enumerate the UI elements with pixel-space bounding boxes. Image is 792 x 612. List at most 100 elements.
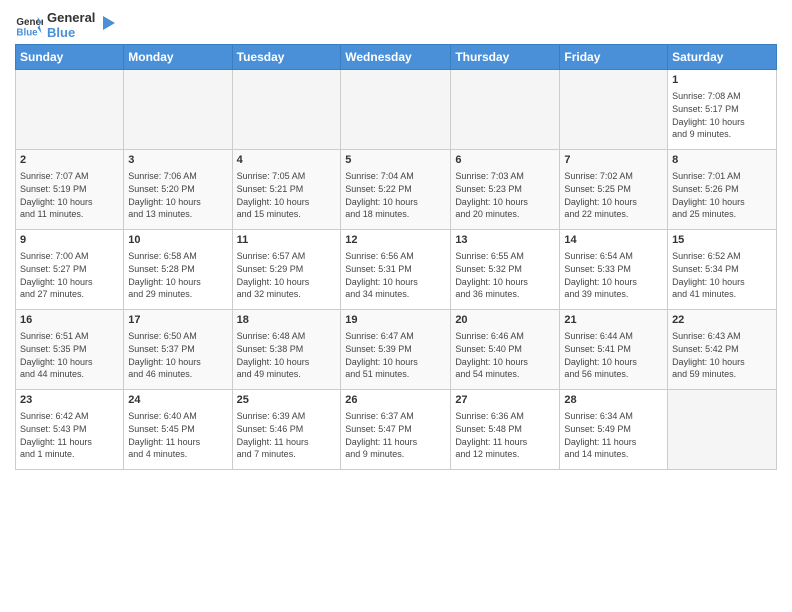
day-cell: 25 Sunrise: 6:39 AM Sunset: 5:46 PM Dayli… (232, 390, 341, 470)
day-info: Sunrise: 6:42 AM Sunset: 5:43 PM Dayligh… (20, 410, 119, 460)
day-cell (451, 70, 560, 150)
day-info: Sunrise: 6:55 AM Sunset: 5:32 PM Dayligh… (455, 250, 555, 300)
day-number: 27 (455, 393, 555, 408)
day-cell: 13 Sunrise: 6:55 AM Sunset: 5:32 PM Dayli… (451, 230, 560, 310)
day-cell: 7Sunrise: 7:02 AM Sunset: 5:25 PM Daylig… (560, 150, 668, 230)
day-cell: 19 Sunrise: 6:47 AM Sunset: 5:39 PM Dayli… (341, 310, 451, 390)
logo: General Blue General Blue (15, 10, 119, 40)
day-number: 13 (455, 233, 555, 248)
day-info: Sunrise: 7:08 AM Sunset: 5:17 PM Dayligh… (672, 90, 772, 140)
day-info: Sunrise: 7:03 AM Sunset: 5:23 PM Dayligh… (455, 170, 555, 220)
day-number: 1 (672, 73, 772, 88)
day-cell: 12 Sunrise: 6:56 AM Sunset: 5:31 PM Dayli… (341, 230, 451, 310)
day-info: Sunrise: 7:04 AM Sunset: 5:22 PM Dayligh… (345, 170, 446, 220)
day-info: Sunrise: 6:57 AM Sunset: 5:29 PM Dayligh… (237, 250, 337, 300)
weekday-header-wednesday: Wednesday (341, 45, 451, 70)
day-cell: 28Sunrise: 6:34 AM Sunset: 5:49 PM Dayli… (560, 390, 668, 470)
day-info: Sunrise: 6:54 AM Sunset: 5:33 PM Dayligh… (564, 250, 663, 300)
day-cell: 18 Sunrise: 6:48 AM Sunset: 5:38 PM Dayli… (232, 310, 341, 390)
day-cell: 21Sunrise: 6:44 AM Sunset: 5:41 PM Dayli… (560, 310, 668, 390)
day-info: Sunrise: 7:02 AM Sunset: 5:25 PM Dayligh… (564, 170, 663, 220)
day-number: 20 (455, 313, 555, 328)
day-number: 12 (345, 233, 446, 248)
day-cell: 26 Sunrise: 6:37 AM Sunset: 5:47 PM Dayli… (341, 390, 451, 470)
day-cell (124, 70, 232, 150)
week-row-5: 23 Sunrise: 6:42 AM Sunset: 5:43 PM Dayli… (16, 390, 777, 470)
svg-text:Blue: Blue (16, 28, 38, 39)
day-info: Sunrise: 6:51 AM Sunset: 5:35 PM Dayligh… (20, 330, 119, 380)
day-number: 14 (564, 233, 663, 248)
day-info: Sunrise: 7:06 AM Sunset: 5:20 PM Dayligh… (128, 170, 227, 220)
day-info: Sunrise: 6:40 AM Sunset: 5:45 PM Dayligh… (128, 410, 227, 460)
day-cell: 1 Sunrise: 7:08 AM Sunset: 5:17 PM Daylig… (668, 70, 777, 150)
day-cell: 24Sunrise: 6:40 AM Sunset: 5:45 PM Dayli… (124, 390, 232, 470)
week-row-2: 2 Sunrise: 7:07 AM Sunset: 5:19 PM Daylig… (16, 150, 777, 230)
day-cell: 2 Sunrise: 7:07 AM Sunset: 5:19 PM Daylig… (16, 150, 124, 230)
weekday-header-thursday: Thursday (451, 45, 560, 70)
day-number: 22 (672, 313, 772, 328)
logo-arrow-icon (97, 12, 119, 34)
day-cell: 8 Sunrise: 7:01 AM Sunset: 5:26 PM Daylig… (668, 150, 777, 230)
weekday-header-friday: Friday (560, 45, 668, 70)
day-info: Sunrise: 6:37 AM Sunset: 5:47 PM Dayligh… (345, 410, 446, 460)
day-info: Sunrise: 6:36 AM Sunset: 5:48 PM Dayligh… (455, 410, 555, 460)
day-info: Sunrise: 6:46 AM Sunset: 5:40 PM Dayligh… (455, 330, 555, 380)
day-number: 6 (455, 153, 555, 168)
day-number: 15 (672, 233, 772, 248)
day-info: Sunrise: 6:47 AM Sunset: 5:39 PM Dayligh… (345, 330, 446, 380)
day-info: Sunrise: 7:05 AM Sunset: 5:21 PM Dayligh… (237, 170, 337, 220)
day-cell: 20 Sunrise: 6:46 AM Sunset: 5:40 PM Dayli… (451, 310, 560, 390)
day-number: 28 (564, 393, 663, 408)
day-cell (16, 70, 124, 150)
day-number: 18 (237, 313, 337, 328)
day-cell: 22 Sunrise: 6:43 AM Sunset: 5:42 PM Dayli… (668, 310, 777, 390)
day-cell: 15 Sunrise: 6:52 AM Sunset: 5:34 PM Dayli… (668, 230, 777, 310)
weekday-header-monday: Monday (124, 45, 232, 70)
day-cell: 5 Sunrise: 7:04 AM Sunset: 5:22 PM Daylig… (341, 150, 451, 230)
weekday-header-sunday: Sunday (16, 45, 124, 70)
day-cell: 14 Sunrise: 6:54 AM Sunset: 5:33 PM Dayli… (560, 230, 668, 310)
week-row-3: 9Sunrise: 7:00 AM Sunset: 5:27 PM Daylig… (16, 230, 777, 310)
day-cell: 16Sunrise: 6:51 AM Sunset: 5:35 PM Dayli… (16, 310, 124, 390)
day-cell (232, 70, 341, 150)
logo-icon: General Blue (15, 11, 43, 39)
day-number: 2 (20, 153, 119, 168)
calendar-header: SundayMondayTuesdayWednesdayThursdayFrid… (16, 45, 777, 70)
day-info: Sunrise: 6:43 AM Sunset: 5:42 PM Dayligh… (672, 330, 772, 380)
logo-blue: Blue (47, 25, 95, 40)
weekday-header-saturday: Saturday (668, 45, 777, 70)
day-cell: 10 Sunrise: 6:58 AM Sunset: 5:28 PM Dayli… (124, 230, 232, 310)
day-cell: 11 Sunrise: 6:57 AM Sunset: 5:29 PM Dayli… (232, 230, 341, 310)
day-number: 19 (345, 313, 446, 328)
day-info: Sunrise: 7:00 AM Sunset: 5:27 PM Dayligh… (20, 250, 119, 300)
day-cell: 23 Sunrise: 6:42 AM Sunset: 5:43 PM Dayli… (16, 390, 124, 470)
day-number: 4 (237, 153, 337, 168)
day-info: Sunrise: 6:58 AM Sunset: 5:28 PM Dayligh… (128, 250, 227, 300)
day-number: 23 (20, 393, 119, 408)
day-info: Sunrise: 6:56 AM Sunset: 5:31 PM Dayligh… (345, 250, 446, 300)
day-cell (668, 390, 777, 470)
header: General Blue General Blue (15, 10, 777, 40)
day-number: 10 (128, 233, 227, 248)
day-cell (560, 70, 668, 150)
day-cell: 9Sunrise: 7:00 AM Sunset: 5:27 PM Daylig… (16, 230, 124, 310)
day-info: Sunrise: 6:39 AM Sunset: 5:46 PM Dayligh… (237, 410, 337, 460)
day-number: 25 (237, 393, 337, 408)
day-number: 17 (128, 313, 227, 328)
day-cell: 4 Sunrise: 7:05 AM Sunset: 5:21 PM Daylig… (232, 150, 341, 230)
day-info: Sunrise: 6:48 AM Sunset: 5:38 PM Dayligh… (237, 330, 337, 380)
day-number: 26 (345, 393, 446, 408)
calendar-body: 1 Sunrise: 7:08 AM Sunset: 5:17 PM Daylig… (16, 70, 777, 470)
logo-general: General (47, 10, 95, 25)
day-info: Sunrise: 6:52 AM Sunset: 5:34 PM Dayligh… (672, 250, 772, 300)
day-cell: 17Sunrise: 6:50 AM Sunset: 5:37 PM Dayli… (124, 310, 232, 390)
weekday-header-row: SundayMondayTuesdayWednesdayThursdayFrid… (16, 45, 777, 70)
week-row-4: 16Sunrise: 6:51 AM Sunset: 5:35 PM Dayli… (16, 310, 777, 390)
day-number: 8 (672, 153, 772, 168)
day-info: Sunrise: 7:07 AM Sunset: 5:19 PM Dayligh… (20, 170, 119, 220)
day-cell (341, 70, 451, 150)
day-number: 11 (237, 233, 337, 248)
day-number: 5 (345, 153, 446, 168)
day-info: Sunrise: 6:44 AM Sunset: 5:41 PM Dayligh… (564, 330, 663, 380)
day-info: Sunrise: 7:01 AM Sunset: 5:26 PM Dayligh… (672, 170, 772, 220)
